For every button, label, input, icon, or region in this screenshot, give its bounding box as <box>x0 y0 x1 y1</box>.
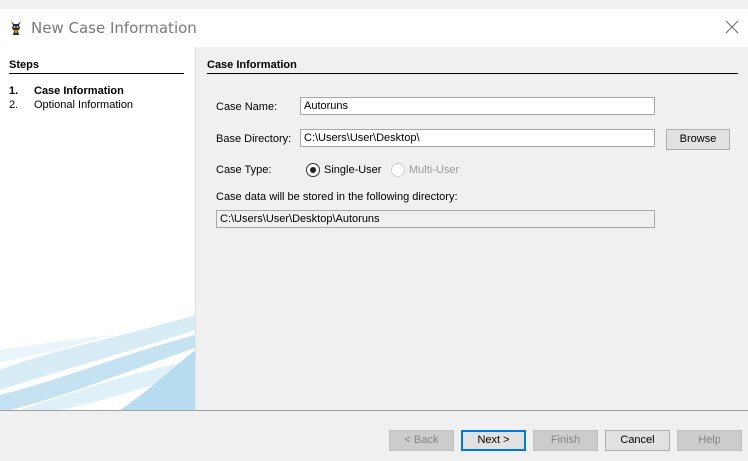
step-label: Case Information <box>34 85 124 97</box>
case-name-input[interactable]: Autoruns <box>300 97 655 115</box>
case-type-label: Case Type: <box>216 164 272 176</box>
step-optional-information: 2. Optional Information <box>9 99 133 111</box>
panel-title-divider <box>207 73 738 74</box>
multi-user-radio[interactable] <box>391 163 405 177</box>
finish-button[interactable]: Finish <box>533 430 598 451</box>
base-directory-input[interactable]: C:\Users\User\Desktop\ <box>300 129 655 147</box>
cancel-button[interactable]: Cancel <box>605 430 670 451</box>
back-button[interactable]: < Back <box>389 430 454 451</box>
title-bar: New Case Information <box>0 9 748 47</box>
step-label: Optional Information <box>34 99 134 111</box>
storage-directory-label: Case data will be stored in the followin… <box>216 191 458 203</box>
window-top-strip <box>0 0 748 9</box>
case-name-label: Case Name: <box>216 101 278 113</box>
base-directory-label: Base Directory: <box>216 133 292 145</box>
decorative-swoosh <box>0 315 195 410</box>
step-number: 2. <box>9 99 19 111</box>
radio-selected-dot <box>310 167 316 173</box>
steps-panel: Steps 1. Case Information 2. Optional Info… <box>0 47 195 410</box>
steps-heading: Steps <box>9 59 39 71</box>
autopsy-dog-icon <box>11 21 21 35</box>
single-user-radio[interactable] <box>306 163 320 177</box>
next-button[interactable]: Next > <box>461 430 526 451</box>
step-number: 1. <box>9 85 19 97</box>
single-user-label[interactable]: Single-User <box>324 164 381 176</box>
case-information-panel: Case Information Case Name: Autoruns Bas… <box>196 47 748 410</box>
window-title: New Case Information <box>31 19 197 37</box>
storage-directory-field: C:\Users\User\Desktop\Autoruns <box>216 210 655 228</box>
multi-user-label[interactable]: Multi-User <box>409 164 459 176</box>
close-icon[interactable] <box>724 19 740 35</box>
steps-divider <box>9 73 184 74</box>
step-case-information: 1. Case Information <box>9 85 124 97</box>
help-button[interactable]: Help <box>677 430 742 451</box>
browse-button[interactable]: Browse <box>666 129 730 150</box>
panel-title: Case Information <box>207 59 297 71</box>
wizard-footer: < Back Next > Finish Cancel Help <box>0 411 748 461</box>
